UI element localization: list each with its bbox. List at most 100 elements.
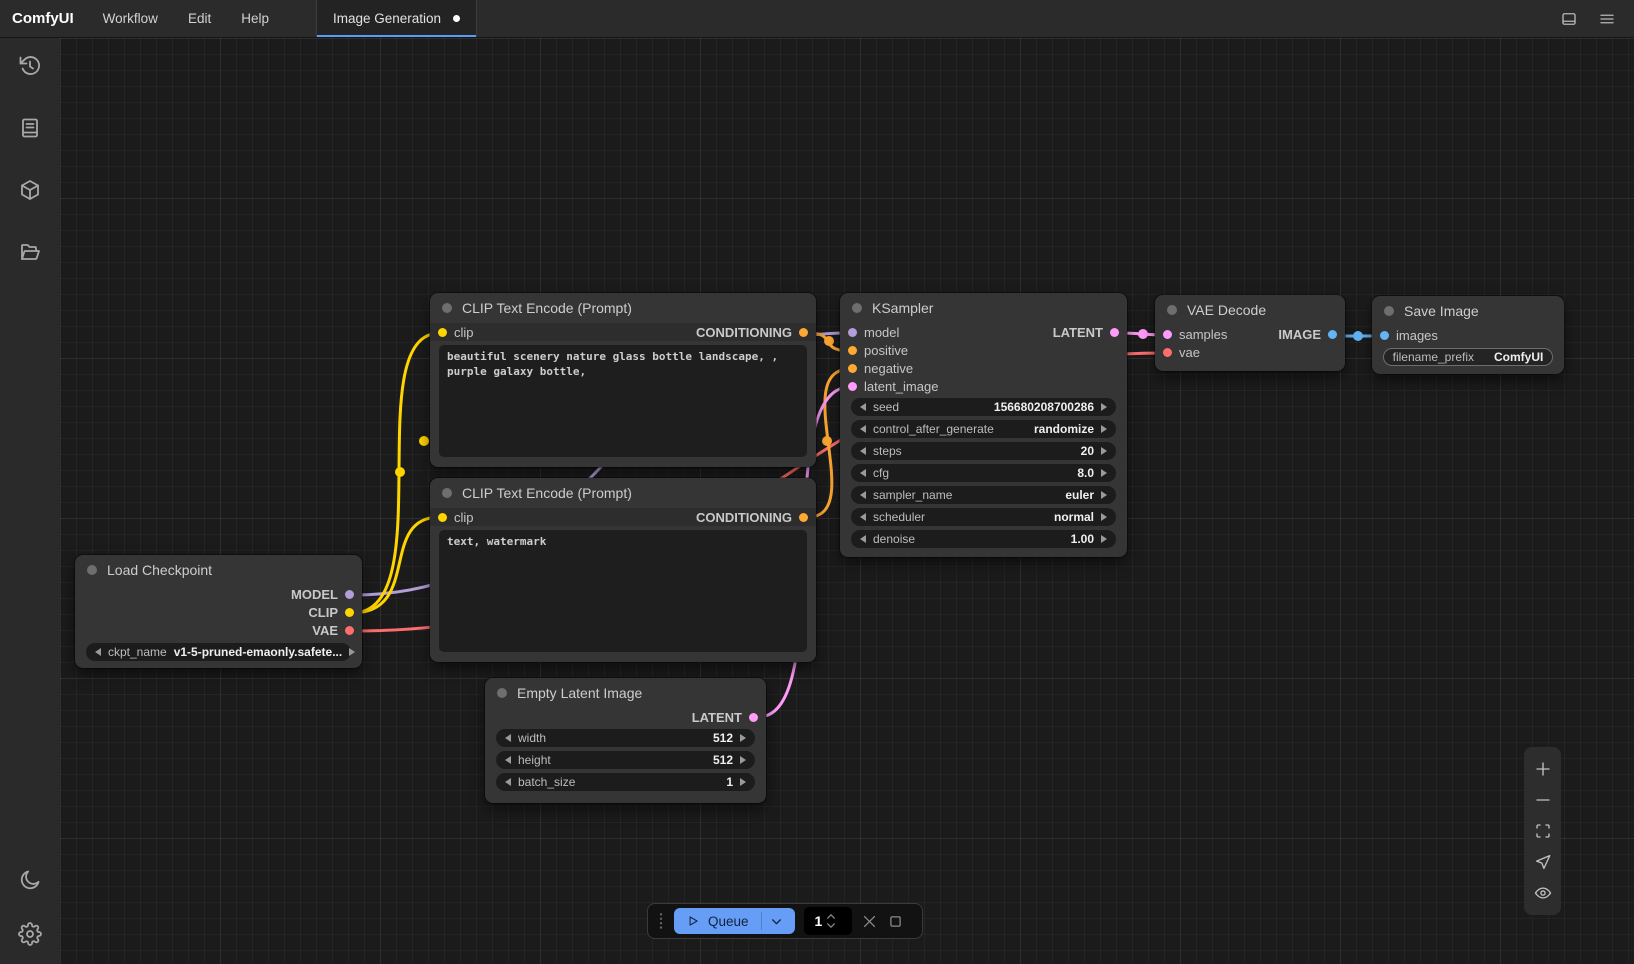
clip-input-dot[interactable]: [438, 328, 447, 337]
increment-arrow-icon[interactable]: [740, 734, 746, 742]
toggle-visibility-eye-icon[interactable]: [1534, 884, 1552, 902]
collapse-dot-icon[interactable]: [497, 688, 507, 698]
select-mode-icon[interactable]: [1534, 853, 1552, 871]
latent-output-dot[interactable]: [1110, 328, 1119, 337]
increment-arrow-icon[interactable]: [1101, 535, 1107, 543]
conditioning-output-dot[interactable]: [799, 513, 808, 522]
node-load-checkpoint[interactable]: Load Checkpoint MODEL CLIP VAE ck: [75, 555, 362, 668]
prev-value-arrow-icon[interactable]: [860, 491, 866, 499]
widget-sampler-name[interactable]: sampler_name euler: [851, 486, 1116, 504]
images-input-dot[interactable]: [1380, 331, 1389, 340]
bottom-panel-toggle-icon[interactable]: [1560, 10, 1578, 28]
widget-filename-prefix[interactable]: filename_prefix ComfyUI: [1383, 348, 1553, 366]
widget-denoise[interactable]: denoise 1.00: [851, 530, 1116, 548]
workflows-folder-icon[interactable]: [18, 240, 42, 264]
prev-value-arrow-icon[interactable]: [95, 648, 101, 656]
node-ksampler[interactable]: KSampler model LATENT positive negative: [840, 293, 1127, 557]
decrement-arrow-icon[interactable]: [505, 734, 511, 742]
decrement-arrow-icon[interactable]: [860, 469, 866, 477]
menu-help[interactable]: Help: [226, 0, 284, 37]
vae-output-dot[interactable]: [345, 626, 354, 635]
node-header[interactable]: VAE Decode: [1155, 295, 1345, 325]
widget-scheduler[interactable]: scheduler normal: [851, 508, 1116, 526]
node-header[interactable]: Save Image: [1372, 296, 1564, 326]
menu-workflow[interactable]: Workflow: [88, 0, 173, 37]
zoom-out-icon[interactable]: [1534, 791, 1552, 809]
drag-handle-icon[interactable]: [657, 911, 665, 931]
next-value-arrow-icon[interactable]: [349, 648, 355, 656]
node-clip-text-encode-positive[interactable]: CLIP Text Encode (Prompt) clip CONDITION…: [430, 293, 816, 467]
positive-input-dot[interactable]: [848, 346, 857, 355]
menu-edit[interactable]: Edit: [173, 0, 226, 37]
next-value-arrow-icon[interactable]: [1101, 513, 1107, 521]
next-value-arrow-icon[interactable]: [1101, 491, 1107, 499]
node-header[interactable]: Empty Latent Image: [485, 678, 766, 708]
count-decrement-icon[interactable]: [826, 922, 836, 929]
prompt-textarea[interactable]: text, watermark: [439, 530, 807, 652]
collapse-dot-icon[interactable]: [1384, 306, 1394, 316]
prev-value-arrow-icon[interactable]: [860, 513, 866, 521]
decrement-arrow-icon[interactable]: [860, 447, 866, 455]
widget-ckpt-name[interactable]: ckpt_name v1-5-pruned-emaonly.safete...: [86, 643, 351, 661]
settings-gear-icon[interactable]: [18, 922, 42, 946]
latent-output-dot[interactable]: [749, 713, 758, 722]
widget-steps[interactable]: steps 20: [851, 442, 1116, 460]
queue-options-button[interactable]: [761, 912, 791, 930]
queue-toolbar: Queue 1: [647, 903, 923, 939]
node-header[interactable]: Load Checkpoint: [75, 555, 362, 585]
zoom-in-icon[interactable]: [1534, 760, 1552, 778]
model-input-dot[interactable]: [848, 328, 857, 337]
queue-button[interactable]: Queue: [674, 908, 795, 934]
decrement-arrow-icon[interactable]: [860, 535, 866, 543]
widget-height[interactable]: height 512: [496, 751, 755, 769]
hamburger-menu-icon[interactable]: [1598, 10, 1616, 28]
collapse-dot-icon[interactable]: [442, 488, 452, 498]
vae-input-dot[interactable]: [1163, 348, 1172, 357]
node-empty-latent-image[interactable]: Empty Latent Image LATENT width 512 heig…: [485, 678, 766, 803]
decrement-arrow-icon[interactable]: [860, 403, 866, 411]
increment-arrow-icon[interactable]: [1101, 447, 1107, 455]
batch-count-input[interactable]: 1: [804, 907, 852, 935]
increment-arrow-icon[interactable]: [1101, 469, 1107, 477]
increment-arrow-icon[interactable]: [1101, 403, 1107, 411]
decrement-arrow-icon[interactable]: [505, 778, 511, 786]
next-value-arrow-icon[interactable]: [1101, 425, 1107, 433]
node-library-icon[interactable]: [18, 116, 42, 140]
collapse-dot-icon[interactable]: [442, 303, 452, 313]
stop-icon[interactable]: [887, 913, 904, 930]
latent-image-input-dot[interactable]: [848, 382, 857, 391]
model-library-icon[interactable]: [18, 178, 42, 202]
clear-queue-icon[interactable]: [861, 913, 878, 930]
node-save-image[interactable]: Save Image images filename_prefix ComfyU…: [1372, 296, 1564, 374]
widget-seed[interactable]: seed 156680208700286: [851, 398, 1116, 416]
samples-input-dot[interactable]: [1163, 330, 1172, 339]
queue-history-icon[interactable]: [18, 54, 42, 78]
model-output-dot[interactable]: [345, 590, 354, 599]
increment-arrow-icon[interactable]: [740, 778, 746, 786]
clip-input-dot[interactable]: [438, 513, 447, 522]
node-vae-decode[interactable]: VAE Decode samples IMAGE vae: [1155, 295, 1345, 371]
increment-arrow-icon[interactable]: [740, 756, 746, 764]
tab-image-generation[interactable]: Image Generation: [316, 0, 477, 37]
node-clip-text-encode-negative[interactable]: CLIP Text Encode (Prompt) clip CONDITION…: [430, 478, 816, 662]
node-header[interactable]: CLIP Text Encode (Prompt): [430, 478, 816, 508]
collapse-dot-icon[interactable]: [852, 303, 862, 313]
widget-width[interactable]: width 512: [496, 729, 755, 747]
widget-batch-size[interactable]: batch_size 1: [496, 773, 755, 791]
widget-cfg[interactable]: cfg 8.0: [851, 464, 1116, 482]
node-header[interactable]: KSampler: [840, 293, 1127, 323]
widget-control-after-generate[interactable]: control_after_generate randomize: [851, 420, 1116, 438]
clip-output-dot[interactable]: [345, 608, 354, 617]
image-output-dot[interactable]: [1328, 330, 1337, 339]
theme-moon-icon[interactable]: [18, 868, 42, 892]
decrement-arrow-icon[interactable]: [505, 756, 511, 764]
fit-view-icon[interactable]: [1534, 822, 1552, 840]
conditioning-output-dot[interactable]: [799, 328, 808, 337]
count-increment-icon[interactable]: [826, 913, 836, 920]
prompt-textarea[interactable]: beautiful scenery nature glass bottle la…: [439, 345, 807, 457]
prev-value-arrow-icon[interactable]: [860, 425, 866, 433]
collapse-dot-icon[interactable]: [87, 565, 97, 575]
collapse-dot-icon[interactable]: [1167, 305, 1177, 315]
negative-input-dot[interactable]: [848, 364, 857, 373]
node-header[interactable]: CLIP Text Encode (Prompt): [430, 293, 816, 323]
